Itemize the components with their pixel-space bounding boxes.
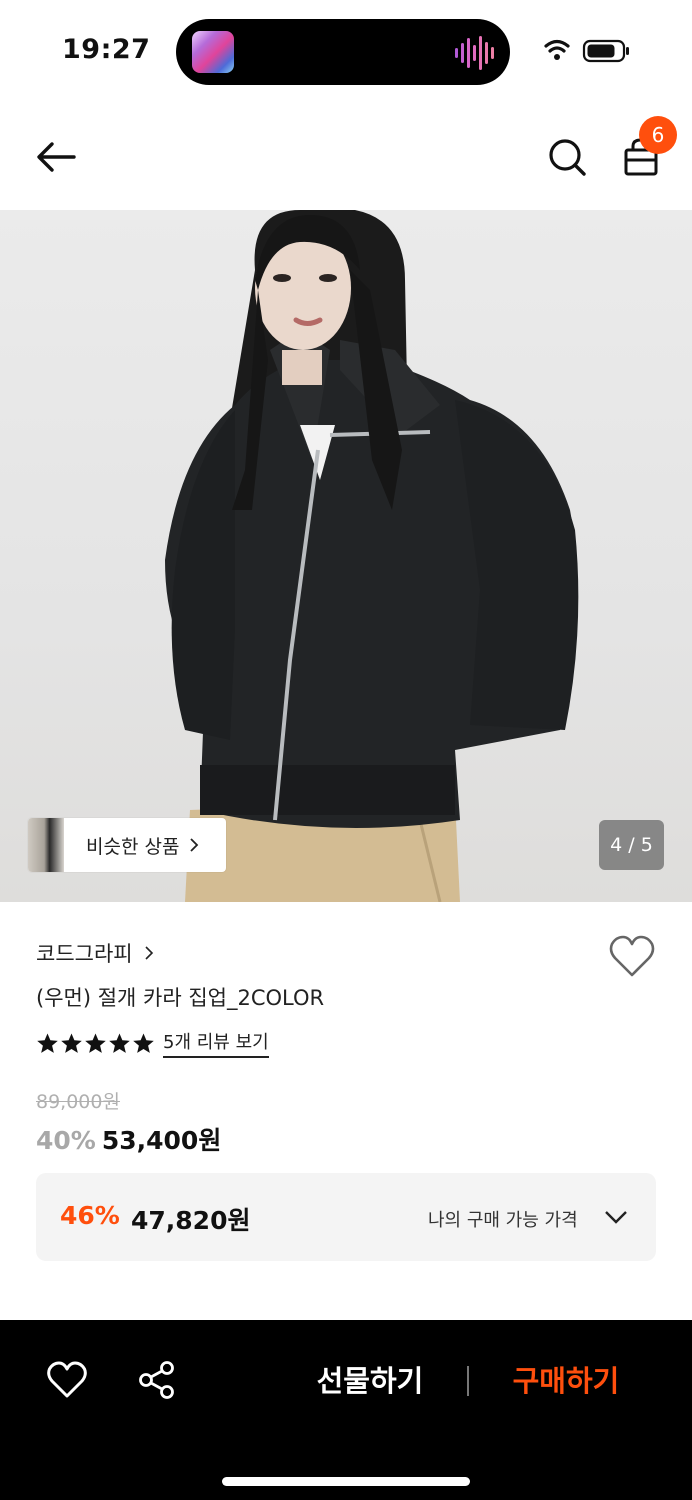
product-photo — [165, 210, 579, 902]
chevron-right-icon — [190, 838, 199, 852]
chevron-right-icon — [145, 946, 153, 960]
star-icon — [37, 1032, 58, 1053]
star-icon — [109, 1032, 130, 1053]
share-icon[interactable] — [137, 1360, 177, 1400]
discount-rate: 40% — [36, 1126, 96, 1155]
original-price: 89,000원 — [36, 1091, 120, 1113]
dynamic-island[interactable] — [176, 19, 510, 85]
brand-link[interactable]: 코드그라피 — [36, 938, 155, 968]
status-icons — [544, 39, 629, 63]
rating-row: 5개 리뷰 보기 — [36, 1028, 269, 1058]
chevron-down-icon — [605, 1211, 627, 1224]
my-price-dropdown[interactable]: 46% 47,820원 나의 구매 가능 가격 — [36, 1173, 656, 1261]
rating-stars — [36, 1032, 155, 1055]
status-time: 19:27 — [62, 34, 151, 65]
star-icon — [61, 1032, 82, 1053]
battery-icon — [582, 39, 629, 63]
top-navigation — [0, 100, 692, 210]
back-arrow-icon[interactable] — [30, 130, 84, 184]
buy-button[interactable]: 구매하기 — [486, 1356, 646, 1406]
review-link[interactable]: 5개 리뷰 보기 — [163, 1028, 269, 1058]
image-page-indicator: 4 / 5 — [599, 820, 664, 870]
star-icon — [133, 1032, 154, 1053]
product-name: (우먼) 절개 카라 집업_2COLOR — [36, 986, 325, 1010]
divider — [467, 1366, 469, 1396]
bottom-action-bar: 선물하기 구매하기 — [0, 1320, 692, 1500]
status-bar: 19:27 — [0, 0, 692, 100]
home-indicator[interactable] — [222, 1477, 470, 1486]
similar-product-thumbnail — [28, 818, 64, 872]
similar-products-button[interactable]: 비슷한 상품 — [28, 818, 226, 872]
my-price-label: 나의 구매 가능 가격 — [428, 1210, 578, 1231]
sale-price: 53,400원 — [101, 1126, 222, 1155]
my-discount-rate: 46% — [60, 1201, 120, 1230]
brand-name: 코드그라피 — [36, 942, 133, 966]
heart-icon[interactable] — [46, 1360, 88, 1400]
my-price: 47,820원 — [131, 1206, 251, 1235]
heart-icon[interactable] — [608, 934, 656, 980]
price-row: 40% 53,400원 — [36, 1121, 221, 1157]
gift-button[interactable]: 선물하기 — [290, 1356, 450, 1406]
now-playing-artwork — [192, 31, 234, 73]
product-image[interactable] — [0, 210, 692, 902]
audio-waveform-icon — [455, 36, 494, 70]
wifi-icon — [544, 39, 570, 60]
cart-count-badge: 6 — [639, 116, 677, 154]
star-icon — [85, 1032, 106, 1053]
similar-products-label: 비슷한 상품 — [86, 835, 180, 858]
search-icon[interactable] — [540, 130, 594, 184]
